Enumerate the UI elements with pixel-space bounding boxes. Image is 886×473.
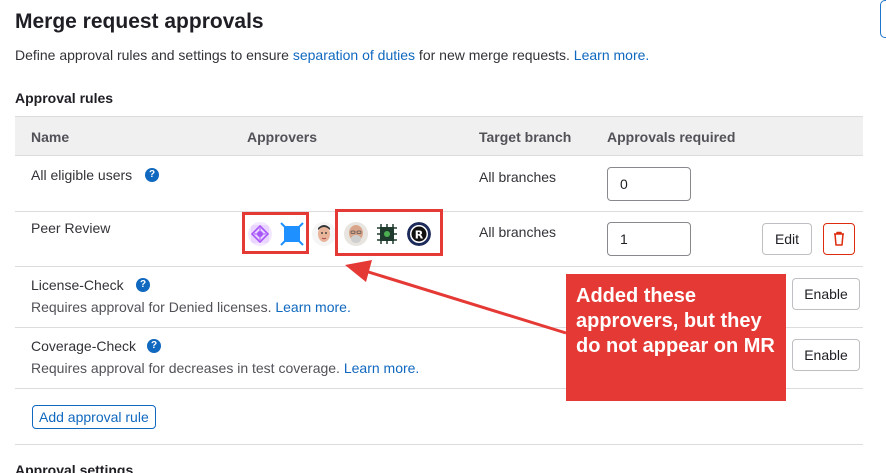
add-approval-rule-button[interactable]: Add approval rule [32,405,156,429]
learn-more-link[interactable]: Learn more. [275,299,350,315]
annotation-highlight-box [242,212,309,254]
target-branch: All branches [479,224,557,240]
annotation-highlight-box [335,209,443,256]
section-divider [15,444,863,445]
column-target-branch: Target branch [479,129,572,145]
trash-icon [834,231,844,246]
learn-more-link[interactable]: Learn more. [344,360,419,376]
rule-name: All eligible users [31,167,133,183]
help-icon[interactable]: ? [136,278,150,292]
approvals-required-input[interactable]: 0 [607,167,691,201]
column-approvers: Approvers [247,129,318,145]
approval-settings-title: Approval settings [15,462,134,473]
row-divider [15,266,863,267]
enable-coverage-check-button[interactable]: Enable [792,339,860,371]
description-text-mid: for new merge requests. [415,47,574,63]
separation-of-duties-link[interactable]: separation of duties [293,47,415,63]
learn-more-link[interactable]: Learn more. [574,47,649,63]
page-title: Merge request approvals [15,10,264,33]
annotation-arrow [345,260,567,335]
help-icon[interactable]: ? [145,168,159,182]
help-icon[interactable]: ? [147,339,161,353]
column-approvals-required: Approvals required [607,129,736,145]
enable-license-check-button[interactable]: Enable [792,278,860,310]
header-action-button[interactable] [880,0,886,38]
rules-table-header: Name Approvers Target branch Approvals r… [15,116,863,156]
rule-name: License-Check [31,277,124,293]
target-branch: All branches [479,169,557,185]
description-text: Define approval rules and settings to en… [15,47,293,63]
column-name: Name [31,129,70,145]
rule-subtext: Requires approval for decreases in test … [31,360,420,376]
rule-subtext: Requires approval for Denied licenses. L… [31,299,351,315]
page-description: Define approval rules and settings to en… [15,47,649,63]
rule-name: Peer Review [31,220,111,236]
approvals-required-input[interactable]: 1 [607,222,691,256]
approval-rules-title: Approval rules [15,90,114,106]
annotation-callout: Added these approvers, but they do not a… [566,274,786,401]
rule-name: Coverage-Check [31,338,137,354]
edit-rule-button[interactable]: Edit [762,223,812,255]
delete-rule-button[interactable] [823,223,855,255]
user-avatar-face-icon[interactable] [312,222,336,246]
